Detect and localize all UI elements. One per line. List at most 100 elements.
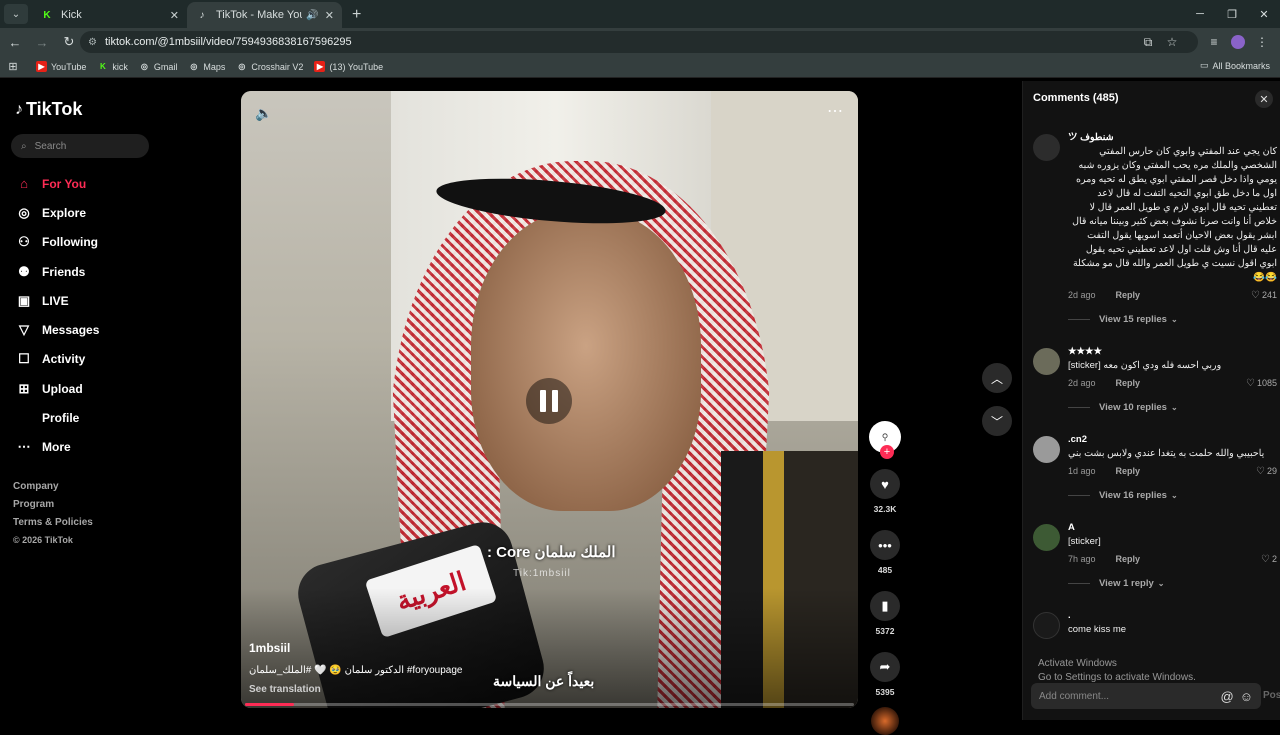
view-replies-button[interactable]: View 1 reply ⌄	[1068, 578, 1277, 589]
sidebar-item-upload[interactable]: ⊞ Upload	[15, 374, 99, 403]
close-window-icon[interactable]: ✕	[1248, 0, 1280, 28]
reload-icon[interactable]: ↻	[57, 30, 81, 54]
avatar[interactable]	[1033, 524, 1060, 551]
bookmark-kick[interactable]: Kkick	[97, 61, 128, 72]
comment-username[interactable]: A	[1068, 521, 1277, 534]
footer-link-terms[interactable]: Terms & Policies	[13, 517, 93, 535]
next-video-button[interactable]: ﹀	[982, 406, 1012, 436]
reply-button[interactable]: Reply	[1116, 554, 1141, 564]
post-button[interactable]: Post	[1263, 690, 1280, 701]
comment-like[interactable]: ♡ 29	[1256, 466, 1277, 477]
sidebar-item-messages[interactable]: ▽ Messages	[15, 315, 99, 344]
see-translation-link[interactable]: See translation	[249, 684, 321, 695]
avatar[interactable]	[1033, 612, 1060, 639]
sidebar-item-more[interactable]: ⋯ More	[15, 433, 99, 462]
volume-icon[interactable]: 🔈	[255, 105, 272, 122]
video-face	[471, 211, 701, 511]
profile-avatar[interactable]	[1231, 35, 1245, 49]
emoji-icon[interactable]: ☺	[1240, 689, 1253, 704]
reply-button[interactable]: Reply	[1116, 290, 1141, 300]
reply-button[interactable]: Reply	[1116, 378, 1141, 388]
comment-username[interactable]: .	[1068, 609, 1277, 622]
all-bookmarks[interactable]: ▭ All Bookmarks	[1200, 60, 1270, 71]
video-progress-bar[interactable]	[245, 703, 854, 706]
reply-button[interactable]: Reply	[1116, 466, 1141, 476]
tiktok-logo[interactable]: ♪ TikTok	[15, 99, 82, 120]
sidebar-item-live[interactable]: ▣ LIVE	[15, 286, 99, 315]
video-player[interactable]: العربية 🔈 ⋯ الملك سلمان Core : Tik:1mbsi…	[241, 91, 858, 708]
close-comments-button[interactable]: ✕	[1255, 90, 1273, 108]
comment-username[interactable]: .cn2	[1068, 433, 1277, 446]
bookmark-youtube[interactable]: ▶ YouTube	[36, 61, 86, 72]
tab-kick[interactable]: K Kick ✕	[32, 2, 187, 28]
new-tab-button[interactable]: +	[352, 6, 361, 24]
more-options-icon[interactable]: ⋯	[827, 101, 844, 121]
video-author[interactable]: 1mbsiil	[249, 641, 290, 655]
comment-time: 7h ago	[1068, 554, 1096, 564]
search-input[interactable]: ⌕ Search	[11, 134, 149, 158]
comment-like[interactable]: ♡ 1085	[1246, 378, 1277, 389]
share-count: 5395	[875, 687, 895, 697]
close-icon[interactable]: ✕	[170, 9, 179, 22]
tab-search-button[interactable]: ⌄	[4, 4, 28, 24]
avatar[interactable]	[1033, 436, 1060, 463]
comment-text: come kiss me	[1068, 624, 1127, 635]
avatar[interactable]	[1033, 348, 1060, 375]
mention-icon[interactable]: @	[1221, 689, 1234, 704]
tab-title: Kick	[61, 9, 82, 21]
browser-tab-bar: ⌄ K Kick ✕ ♪ TikTok - Make Your Day 🔊 ✕ …	[0, 0, 1280, 28]
maximize-icon[interactable]: ❐	[1216, 0, 1248, 28]
bookmark-gmail[interactable]: ◎ Gmail	[139, 61, 178, 72]
heart-icon[interactable]: ♥	[870, 469, 900, 499]
install-icon[interactable]: ⧉	[1136, 35, 1160, 50]
footer-link-program[interactable]: Program	[13, 499, 93, 517]
music-disc-icon[interactable]	[871, 707, 899, 735]
site-info-icon[interactable]: ⚙	[88, 37, 97, 48]
close-icon[interactable]: ✕	[325, 9, 334, 22]
back-icon[interactable]: ←	[3, 30, 27, 54]
copyright: © 2026 TikTok	[13, 535, 73, 545]
bookmark-icon[interactable]: ▮	[870, 591, 900, 621]
sidebar-item-for-you[interactable]: ⌂ For You	[15, 169, 99, 198]
sidebar-item-activity[interactable]: ☐ Activity	[15, 345, 99, 374]
minimize-icon[interactable]: ─	[1184, 0, 1216, 28]
url-field[interactable]: ⚙ tiktok.com/@1mbsiil/video/759493683816…	[80, 31, 1198, 53]
bookmark-maps[interactable]: ◎ Maps	[188, 61, 225, 72]
comment-username[interactable]: شنطوف ツ	[1068, 131, 1277, 144]
pause-button[interactable]	[526, 378, 572, 424]
comment-like[interactable]: ♡ 241	[1251, 290, 1277, 301]
comment-like[interactable]: ♡ 2	[1261, 554, 1277, 565]
send-icon: ▽	[19, 322, 29, 338]
view-replies-button[interactable]: View 16 replies ⌄	[1068, 490, 1277, 501]
share-icon[interactable]: ➦	[870, 652, 900, 682]
comment-list[interactable]: شنطوف ツ كان يجي عند المفتي وابوي كان حار…	[1033, 131, 1277, 639]
previous-video-button[interactable]: ︿	[982, 363, 1012, 393]
sidebar-item-following[interactable]: ⚇ Following	[15, 228, 99, 257]
chevron-down-icon: ⌄	[1170, 491, 1178, 500]
apps-grid-icon[interactable]: ⊞	[0, 60, 26, 73]
speaker-icon[interactable]: 🔊	[306, 10, 318, 21]
bookmark-crosshair[interactable]: ◎ Crosshair V2	[236, 61, 303, 72]
comment-meta: 2d ago Reply ♡ 1085	[1068, 376, 1277, 390]
sidebar-item-explore[interactable]: ◎ Explore	[15, 198, 99, 227]
comment-username[interactable]: ★★★★	[1068, 345, 1277, 358]
follow-plus-icon[interactable]: +	[880, 445, 894, 459]
comment-input[interactable]: Add comment... @ ☺	[1031, 683, 1261, 709]
comment-item: .cn2 ياحبيبي والله حلمت به يتغدا عندي ول…	[1033, 433, 1277, 501]
comment-icon[interactable]: •••	[870, 530, 900, 560]
sidebar: ♪ TikTok ⌕ Search ⌂ For You ◎ Explore ⚇ Fol…	[0, 81, 240, 720]
forward-icon[interactable]: →	[30, 30, 54, 54]
bookmark-youtube-13[interactable]: ▶ (13) YouTube	[314, 61, 383, 72]
sidebar-item-friends[interactable]: ⚉ Friends	[15, 257, 99, 286]
footer-link-company[interactable]: Company	[13, 481, 93, 499]
bookmark-star-icon[interactable]: ☆	[1160, 35, 1184, 49]
video-progress-fill	[245, 703, 294, 706]
creator-avatar[interactable]: ⚲ +	[869, 421, 901, 459]
avatar[interactable]	[1033, 134, 1060, 161]
media-icon[interactable]: ≡	[1202, 35, 1226, 49]
menu-icon[interactable]: ⋮	[1250, 35, 1274, 49]
view-replies-button[interactable]: View 10 replies ⌄	[1068, 402, 1277, 413]
sidebar-item-profile[interactable]: Profile	[15, 403, 99, 432]
tab-tiktok[interactable]: ♪ TikTok - Make Your Day 🔊 ✕	[187, 2, 342, 28]
view-replies-button[interactable]: View 15 replies ⌄	[1068, 314, 1277, 325]
